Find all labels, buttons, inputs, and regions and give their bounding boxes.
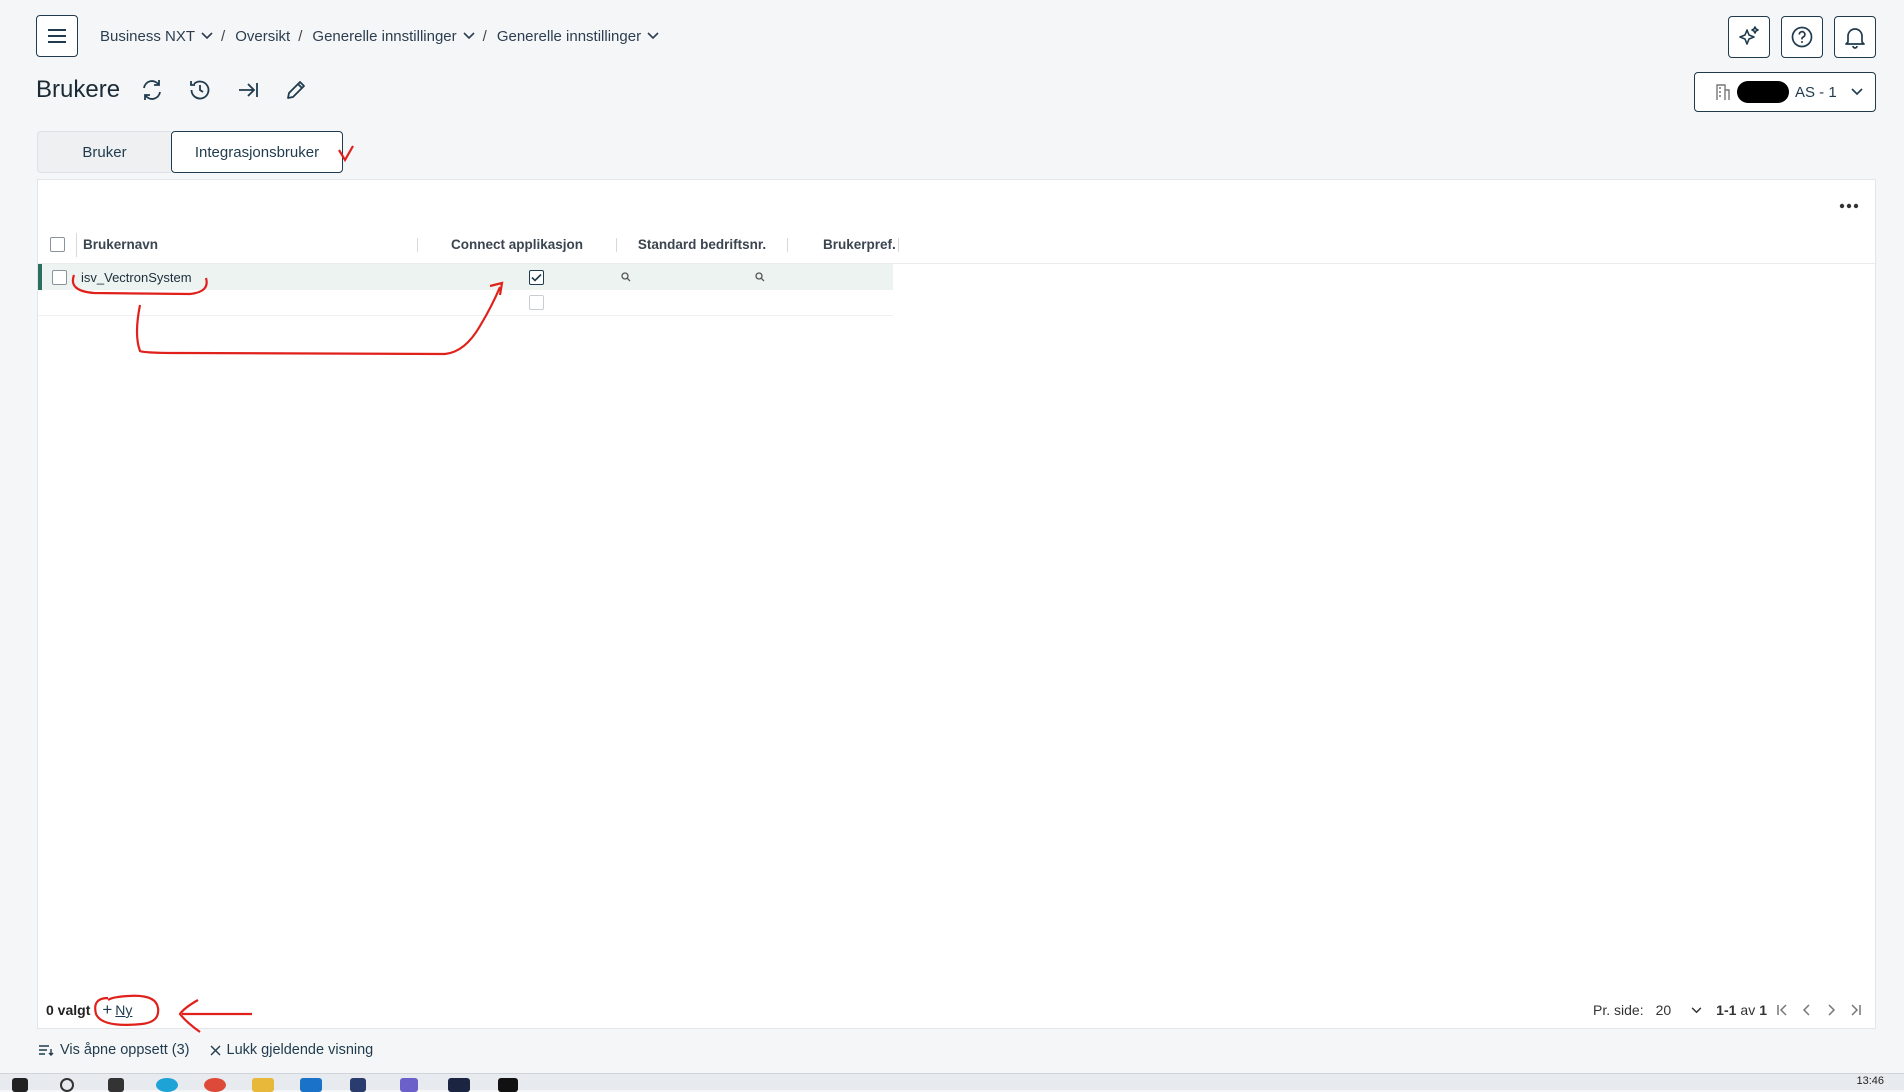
column-separator xyxy=(898,237,899,252)
help-button[interactable] xyxy=(1781,16,1823,58)
connect-checkbox-checked[interactable] xyxy=(528,269,544,285)
grid-panel: Brukernavn Connect applikasjon Standard … xyxy=(37,179,1877,1029)
history-icon xyxy=(190,80,210,100)
column-header-connect[interactable]: Connect applikasjon xyxy=(418,237,616,252)
chevron-down-icon xyxy=(1851,88,1863,96)
chevron-down-icon xyxy=(463,32,475,40)
breadcrumb-generelle-1[interactable]: Generelle innstillinger xyxy=(312,28,475,45)
refresh-icon xyxy=(143,80,161,100)
page-of-label: av xyxy=(1740,1002,1756,1018)
history-button[interactable] xyxy=(184,74,216,106)
column-header-brukerpref[interactable]: Brukerpref. xyxy=(788,237,898,252)
arrow-to-end-icon xyxy=(239,83,258,97)
column-header-standard-bedriftsnr[interactable]: Standard bedriftsnr. xyxy=(617,237,787,252)
jump-to-end-button[interactable] xyxy=(232,74,264,106)
last-page-icon[interactable] xyxy=(1847,1003,1863,1017)
tab-bruker[interactable]: Bruker xyxy=(37,131,171,173)
breadcrumb-generelle-2[interactable]: Generelle innstillinger xyxy=(497,28,659,45)
top-bar: Business NXT / Oversikt / Generelle inns… xyxy=(36,15,1876,58)
per-page-label: Pr. side: xyxy=(1593,1002,1644,1018)
refresh-button[interactable] xyxy=(136,74,168,106)
table-row-new[interactable] xyxy=(38,290,893,316)
first-page-icon[interactable] xyxy=(1775,1003,1791,1017)
close-current-view-link[interactable]: Lukk gjeldende visning xyxy=(210,1042,373,1058)
tab-bar: Bruker Integrasjonsbruker xyxy=(37,131,343,173)
breadcrumb: Business NXT / Oversikt / Generelle inns… xyxy=(100,28,659,45)
building-icon xyxy=(1716,84,1730,100)
show-open-layouts-link[interactable]: Vis åpne oppsett (3) xyxy=(38,1042,190,1058)
cell-connect xyxy=(487,295,585,310)
breadcrumb-separator: / xyxy=(482,27,487,45)
title-row: Brukere xyxy=(36,74,328,106)
list-icon xyxy=(39,1045,54,1056)
selected-count: 0 valgt xyxy=(46,1002,91,1018)
page-total: 1 xyxy=(1759,1002,1767,1018)
grid-footer: 0 valgt + Ny Pr. side: 20 1-1 av 1 xyxy=(38,992,1875,1028)
cell-connect xyxy=(487,269,585,285)
cell-brukerpref[interactable] xyxy=(755,270,855,285)
table-row[interactable]: isv_VectronSystem xyxy=(38,264,893,290)
notifications-button[interactable] xyxy=(1834,16,1876,58)
cell-standard-bedriftsnr[interactable] xyxy=(585,270,755,285)
select-all-checkbox[interactable] xyxy=(49,237,65,252)
edit-button[interactable] xyxy=(280,74,312,106)
chevron-down-icon xyxy=(201,32,213,40)
new-button[interactable]: + Ny xyxy=(102,1000,132,1020)
breadcrumb-business-nxt[interactable]: Business NXT xyxy=(100,28,213,45)
chevron-down-icon xyxy=(1691,1006,1702,1013)
more-horizontal-icon xyxy=(1839,203,1859,209)
cell-brukernavn[interactable]: isv_VectronSystem xyxy=(76,270,487,285)
help-icon xyxy=(1791,26,1813,48)
redacted-company-name xyxy=(1737,81,1789,103)
plus-icon: + xyxy=(102,1000,113,1019)
search-icon[interactable] xyxy=(621,271,631,282)
grid-header: Brukernavn Connect applikasjon Standard … xyxy=(38,226,1877,264)
menu-button[interactable] xyxy=(36,15,78,57)
breadcrumb-separator: / xyxy=(221,27,226,45)
ai-assistant-button[interactable] xyxy=(1728,16,1770,58)
more-options-button[interactable] xyxy=(1835,192,1863,220)
data-grid: Brukernavn Connect applikasjon Standard … xyxy=(38,226,1877,316)
previous-page-icon[interactable] xyxy=(1799,1003,1815,1017)
company-label: AS - 1 xyxy=(1795,83,1837,101)
chevron-down-icon xyxy=(647,32,659,40)
top-actions xyxy=(1728,16,1876,58)
checkmark-icon xyxy=(530,273,542,282)
breadcrumb-oversikt[interactable]: Oversikt xyxy=(235,28,290,45)
column-header-brukernavn[interactable]: Brukernavn xyxy=(77,237,417,252)
row-checkbox[interactable] xyxy=(51,269,67,285)
pagination: Pr. side: 20 1-1 av 1 xyxy=(1593,992,1863,1028)
connect-checkbox[interactable] xyxy=(528,295,544,310)
sparkle-icon xyxy=(1739,26,1759,45)
page-title: Brukere xyxy=(36,76,121,103)
search-icon[interactable] xyxy=(755,271,765,282)
close-icon xyxy=(210,1045,221,1055)
clock: 13:46 xyxy=(1856,1075,1884,1087)
tab-integrasjonsbruker[interactable]: Integrasjonsbruker xyxy=(171,131,343,173)
hamburger-icon xyxy=(48,29,66,43)
select-all-cell xyxy=(38,237,76,252)
per-page-select[interactable]: 20 xyxy=(1656,1002,1703,1018)
bell-icon xyxy=(1845,28,1865,49)
row-select-cell xyxy=(42,269,76,285)
next-page-icon[interactable] xyxy=(1823,1003,1839,1017)
breadcrumb-separator: / xyxy=(298,27,303,45)
os-taskbar: 13:46 xyxy=(0,1073,1904,1092)
company-selector[interactable]: AS - 1 xyxy=(1694,72,1876,112)
bottom-links: Vis åpne oppsett (3) Lukk gjeldende visn… xyxy=(38,1042,373,1058)
pencil-icon xyxy=(287,81,305,99)
page-range: 1-1 xyxy=(1716,1002,1737,1018)
